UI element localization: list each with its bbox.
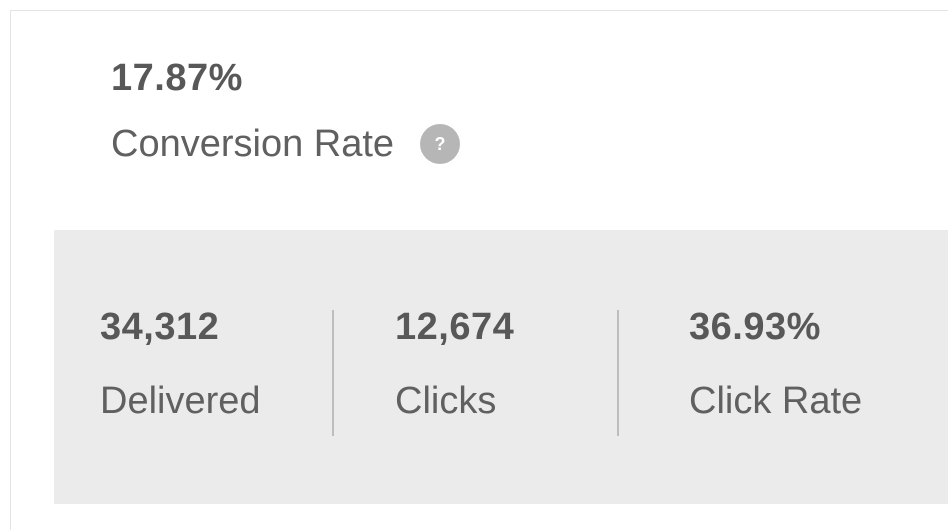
- delivered-label: Delivered: [100, 380, 261, 422]
- help-icon[interactable]: ?: [420, 124, 461, 164]
- stat-clicks: 12,674 Clicks: [395, 304, 514, 424]
- stat-click-rate: 36.93% Click Rate: [689, 304, 862, 424]
- stat-delivered: 34,312 Delivered: [100, 304, 261, 424]
- clicks-label: Clicks: [395, 380, 497, 422]
- stat-divider: [332, 310, 334, 436]
- click-rate-value: 36.93%: [689, 306, 821, 348]
- click-rate-label: Click Rate: [689, 380, 863, 422]
- conversion-rate-label: Conversion Rate: [111, 123, 395, 165]
- delivered-value: 34,312: [100, 306, 220, 348]
- conversion-rate-label-row: Conversion Rate ?: [111, 121, 461, 167]
- clicks-value: 12,674: [395, 306, 515, 348]
- stats-panel: 34,312 Delivered 12,674 Clicks 36.93% Cl…: [54, 230, 948, 504]
- stat-divider: [617, 310, 619, 436]
- conversion-rate-value: 17.87%: [111, 57, 243, 99]
- conversion-summary: 17.87% Conversion Rate ?: [111, 55, 461, 167]
